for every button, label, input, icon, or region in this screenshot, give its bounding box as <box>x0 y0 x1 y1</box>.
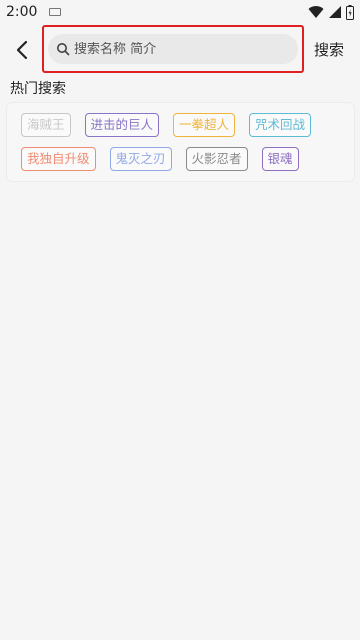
keyboard-notification-icon <box>49 8 62 16</box>
chevron-left-icon <box>16 40 28 60</box>
status-time: 2:00 <box>6 4 38 20</box>
hot-tag[interactable]: 海贼王 <box>21 113 71 137</box>
hot-search-title: 热门搜索 <box>10 81 66 97</box>
hot-tag[interactable]: 进击的巨人 <box>84 113 160 137</box>
hot-search-tags: 海贼王 进击的巨人 一拳超人 咒术回战 我独自升级 鬼灭之刃 火影忍者 银魂 <box>21 113 346 171</box>
status-bar: 2:00 <box>0 0 360 24</box>
hot-search-panel: 海贼王 进击的巨人 一拳超人 咒术回战 我独自升级 鬼灭之刃 火影忍者 银魂 <box>6 102 355 182</box>
search-header: 搜索 <box>0 25 360 73</box>
search-button[interactable]: 搜索 <box>314 34 344 64</box>
hot-tag[interactable]: 一拳超人 <box>173 113 236 137</box>
hot-tag[interactable]: 鬼灭之刃 <box>109 147 172 171</box>
battery-icon <box>346 4 354 20</box>
hot-tag[interactable]: 火影忍者 <box>185 147 248 171</box>
search-input[interactable] <box>74 41 284 57</box>
signal-icon <box>329 6 341 18</box>
status-icons <box>308 4 354 20</box>
wifi-icon <box>308 6 324 19</box>
hot-tag[interactable]: 银魂 <box>261 147 299 171</box>
search-bar[interactable] <box>48 34 298 64</box>
back-button[interactable] <box>8 34 36 66</box>
hot-tag[interactable]: 我独自升级 <box>21 147 96 171</box>
hot-tag[interactable]: 咒术回战 <box>249 113 312 137</box>
search-icon <box>57 43 70 56</box>
